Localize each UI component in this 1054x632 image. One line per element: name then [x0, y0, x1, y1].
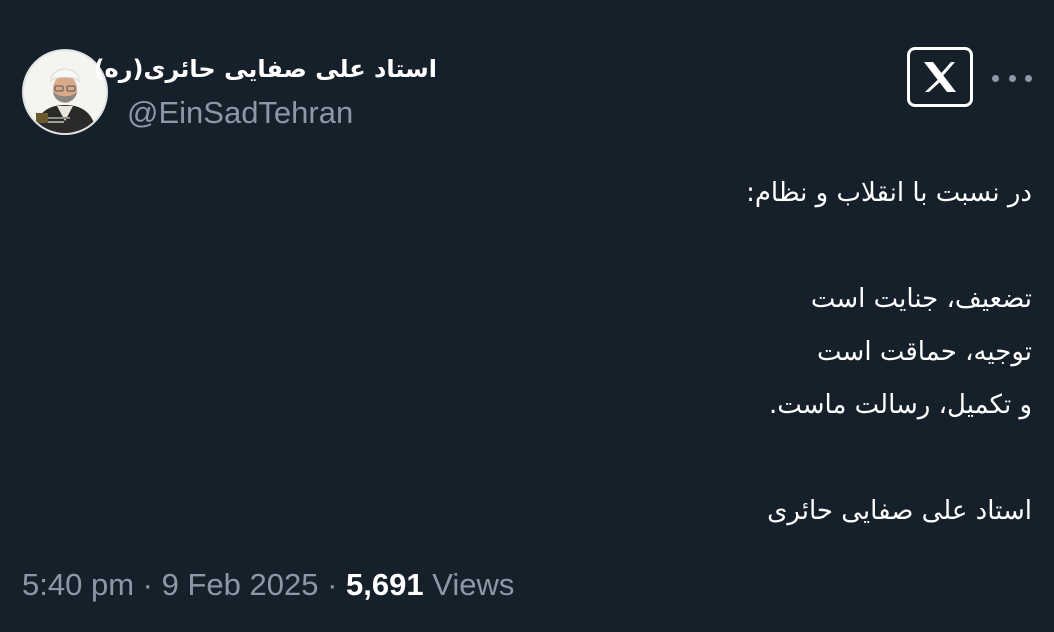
tweet-card: استاد علی صفایی حائری(ره) @EinSadTehran …	[0, 0, 1054, 632]
tweet-text-line	[272, 432, 1032, 485]
more-horizontal-icon[interactable]	[992, 66, 1032, 90]
tweet-date[interactable]: 9 Feb 2025	[162, 567, 319, 602]
x-glyph	[924, 62, 956, 92]
views-count: 5,691	[346, 567, 424, 602]
more-dot	[1025, 74, 1032, 82]
tweet-text-line: در نسبت با انقلاب و نظام:	[746, 178, 1032, 208]
tweet-text: در نسبت با انقلاب و نظام: تضعیف، جنایت ا…	[272, 167, 1032, 538]
tweet-text-line: تضعیف، جنایت است	[810, 284, 1032, 314]
meta-separator: ·	[327, 567, 338, 602]
display-name[interactable]: استاد علی صفایی حائری(ره)	[94, 53, 437, 85]
tweet-text-line: توجیه، حماقت است	[817, 337, 1032, 367]
tweet-time[interactable]: 5:40 pm	[22, 567, 134, 602]
tweet-meta: 5:40 pm · 9 Feb 2025 · 5,691 Views	[22, 566, 514, 604]
tweet-text-line: و تکمیل، رسالت ماست.	[768, 390, 1032, 420]
tweet-text-line: استاد علی صفایی حائری	[767, 496, 1032, 526]
user-handle[interactable]: @EinSadTehran	[127, 95, 353, 131]
more-dot	[992, 74, 999, 82]
x-logo-icon[interactable]	[907, 47, 973, 107]
views-label: Views	[432, 567, 515, 602]
meta-separator: ·	[142, 567, 153, 602]
tweet-text-line	[272, 220, 1032, 273]
more-dot	[1008, 74, 1016, 82]
